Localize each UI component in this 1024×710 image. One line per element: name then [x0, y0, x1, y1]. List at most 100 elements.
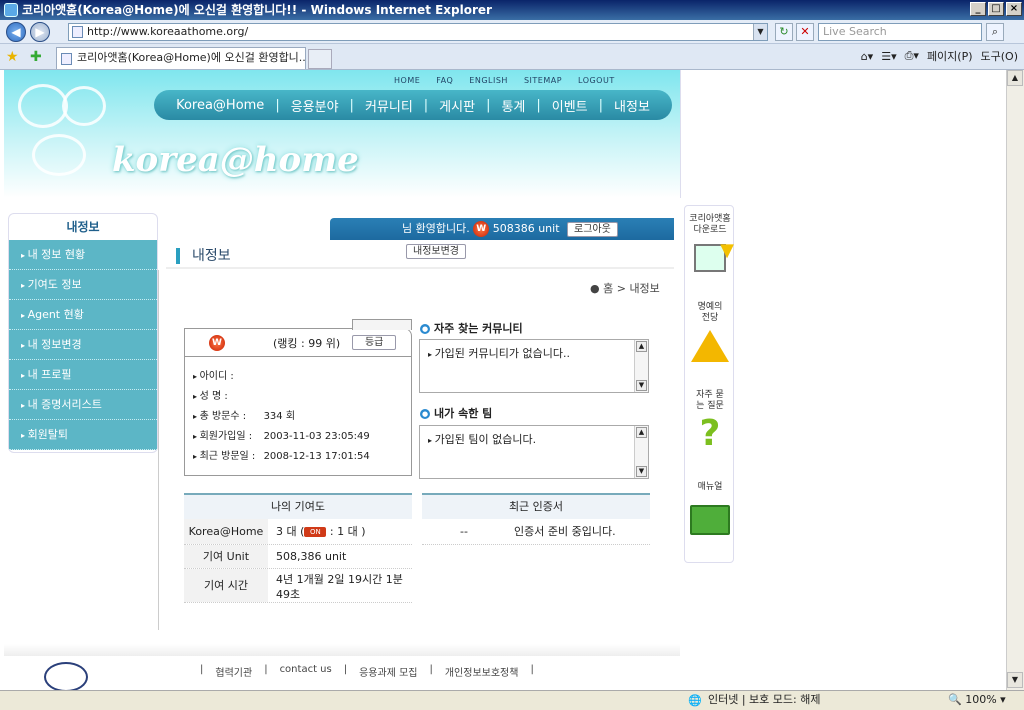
minimize-button[interactable]: _	[970, 2, 986, 16]
scroll-up-icon[interactable]: ▲	[1007, 70, 1023, 86]
close-window-button[interactable]: ×	[1006, 2, 1022, 16]
nav-my-info[interactable]: 내정보	[603, 96, 661, 115]
tab-page-icon	[61, 53, 72, 65]
home-bullet-icon: ●	[590, 282, 604, 295]
page-scrollbar[interactable]: ▲ ▼	[1006, 70, 1024, 690]
nav-events[interactable]: 이벤트	[541, 96, 599, 115]
zone-text: 인터넷 | 보호 모드: 해제	[708, 693, 821, 706]
left-menu-title: 내정보	[66, 220, 100, 234]
community-empty-text: 가입된 커뮤니티가 없습니다..	[428, 347, 570, 360]
community-scrollbar[interactable]: ▲ ▼	[634, 340, 648, 392]
community-heading: ● 자주 찾는 커뮤니티	[420, 322, 523, 335]
back-button[interactable]: ◀	[6, 22, 26, 42]
add-favorites-icon[interactable]: ✚	[30, 49, 42, 65]
certificate-table: 최근 인증서 -- 인증서 준비 중입니다.	[422, 493, 650, 545]
logout-button[interactable]: 로그아웃	[567, 221, 618, 237]
table-row: Korea@Home 3 대 (ON : 1 대 )	[184, 519, 412, 545]
welcome-bar: 님 환영합니다. W 508386 unit 로그아웃 내정보변경	[330, 218, 674, 259]
nav-applications[interactable]: 응용분야	[280, 96, 350, 115]
tools-menu[interactable]: 도구(O)	[981, 48, 1018, 64]
hall-of-fame-link[interactable]: 명예의 전당	[685, 302, 735, 362]
book-icon	[690, 505, 730, 535]
table-row: 기여 시간 4년 1개월 2일 19시간 1분 49초	[184, 569, 412, 603]
welcome-text: 님 환영합니다.	[402, 222, 470, 235]
grade-button[interactable]: 등급	[352, 335, 397, 350]
scroll-down-icon[interactable]: ▼	[1007, 672, 1023, 688]
address-field[interactable]: http://www.koreaathome.org/ ▼	[68, 23, 768, 41]
window-title-bar: 코리아앳홈(Korea@Home)에 오신걸 환영합니다!! - Windows…	[0, 0, 1024, 20]
pyramid-icon	[691, 330, 729, 362]
contribution-title: 나의 기여도	[184, 493, 412, 519]
scroll-down-icon[interactable]: ▼	[636, 380, 647, 391]
window-title: 코리아앳홈(Korea@Home)에 오신걸 환영합니다!! - Windows…	[22, 3, 492, 17]
address-toolbar: ◀ ▶ http://www.koreaathome.org/ ▼ ↻ ✕ Li…	[0, 20, 1024, 44]
team-scrollbar[interactable]: ▲ ▼	[634, 426, 648, 478]
page-menu[interactable]: 페이지(P)	[927, 48, 973, 64]
address-dropdown-button[interactable]: ▼	[753, 24, 767, 40]
search-icon[interactable]: ⌕	[986, 23, 1004, 41]
nav-board[interactable]: 게시판	[428, 96, 486, 115]
stop-icon[interactable]: ✕	[796, 23, 814, 41]
scroll-up-icon[interactable]: ▲	[636, 341, 647, 352]
table-row: -- 인증서 준비 중입니다.	[422, 519, 650, 545]
ranking-text: (랭킹 : 99 위)	[273, 336, 341, 350]
left-menu-item[interactable]: 내 정보 현황	[9, 240, 157, 270]
forward-button[interactable]: ▶	[30, 22, 50, 42]
nav-community[interactable]: 커뮤니티	[354, 96, 424, 115]
profile-field: 최근 방문일 :2008-12-13 17:01:54	[193, 447, 411, 467]
status-bar: 🌐 인터넷 | 보호 모드: 해제 🔍 100% ▾	[0, 690, 1024, 710]
table-row: 기여 Unit 508,386 unit	[184, 545, 412, 569]
top-link-english[interactable]: ENGLISH	[469, 76, 508, 85]
favorites-star-icon[interactable]: ★	[6, 49, 19, 65]
footer-link[interactable]: 개인정보보호정책	[445, 664, 519, 679]
scroll-down-icon[interactable]: ▼	[636, 466, 647, 477]
page-icon	[72, 26, 83, 38]
profile-field: 성 명 :	[193, 387, 411, 407]
site-logo[interactable]: korea@home	[112, 140, 359, 180]
question-icon: ?	[699, 413, 721, 454]
coin-icon: W	[473, 221, 490, 237]
left-menu-item[interactable]: 내 정보변경	[9, 330, 157, 360]
faq-link[interactable]: 자주 묻는 질문 ?	[685, 390, 735, 454]
top-link-sitemap[interactable]: SITEMAP	[524, 76, 562, 85]
edit-info-button[interactable]: 내정보변경	[406, 243, 466, 259]
left-menu-item[interactable]: 회원탈퇴	[9, 420, 157, 450]
manual-link[interactable]: 매뉴얼	[685, 482, 735, 535]
bullet-icon: ●	[420, 409, 430, 419]
left-menu-item[interactable]: 기여도 정보	[9, 270, 157, 300]
print-icon[interactable]: ⎙▾	[905, 49, 919, 63]
footer-link[interactable]: contact us	[280, 664, 332, 679]
new-tab-button[interactable]	[308, 49, 332, 69]
profile-card: W (랭킹 : 99 위) 등급 아이디 : 성 명 : 총 방문수 :334 …	[184, 319, 412, 476]
profile-field: 아이디 :	[193, 367, 411, 387]
search-input[interactable]: Live Search	[818, 23, 982, 41]
download-link[interactable]: 코리아앳홈 다운로드 ▼	[685, 214, 735, 272]
nav-statistics[interactable]: 통계	[490, 96, 536, 115]
nav-korea-at-home[interactable]: Korea@Home	[165, 98, 275, 113]
footer-link[interactable]: 협력기관	[215, 664, 252, 679]
command-bar: ⌂▾ ☰▾ ⎙▾ 페이지(P) 도구(O)	[861, 48, 1018, 64]
ie-icon	[4, 3, 18, 17]
top-link-home[interactable]: HOME	[394, 76, 420, 85]
left-menu-item[interactable]: 내 프로필	[9, 360, 157, 390]
zoom-control[interactable]: 🔍 100% ▾	[948, 691, 1006, 709]
tab-bar: ★ ✚ 코리아앳홈(Korea@Home)에 오신걸 환영합니... ⌂▾ ☰▾…	[0, 44, 1024, 70]
top-link-logout[interactable]: LOGOUT	[578, 76, 615, 85]
left-menu-item[interactable]: Agent 현황	[9, 300, 157, 330]
footer-link[interactable]: 응용과제 모집	[359, 664, 417, 679]
maximize-button[interactable]: □	[988, 2, 1004, 16]
top-link-faq[interactable]: FAQ	[436, 76, 453, 85]
scroll-up-icon[interactable]: ▲	[636, 427, 647, 438]
footer-links: | 협력기관 | contact us | 응용과제 모집 | 개인정보보호정책…	[200, 664, 534, 679]
download-icon: ▼	[694, 240, 734, 272]
home-icon[interactable]: ⌂▾	[861, 50, 874, 63]
quick-links: 코리아앳홈 다운로드 ▼ 명예의 전당 자주 묻는 질문 ? 매뉴얼	[684, 205, 734, 563]
feeds-icon[interactable]: ☰▾	[881, 50, 896, 63]
logo-swirl	[62, 86, 106, 126]
certificate-title: 최근 인증서	[422, 493, 650, 519]
refresh-icon[interactable]: ↻	[775, 23, 793, 41]
main-navigation: Korea@Home | 응용분야 | 커뮤니티 | 게시판 | 통계 | 이벤트 | 내정…	[154, 90, 672, 120]
contribution-table: 나의 기여도 Korea@Home 3 대 (ON : 1 대 ) 기여 Uni…	[184, 493, 412, 603]
left-menu-item[interactable]: 내 증명서리스트	[9, 390, 157, 420]
browser-tab[interactable]: 코리아앳홈(Korea@Home)에 오신걸 환영합니...	[56, 47, 306, 69]
